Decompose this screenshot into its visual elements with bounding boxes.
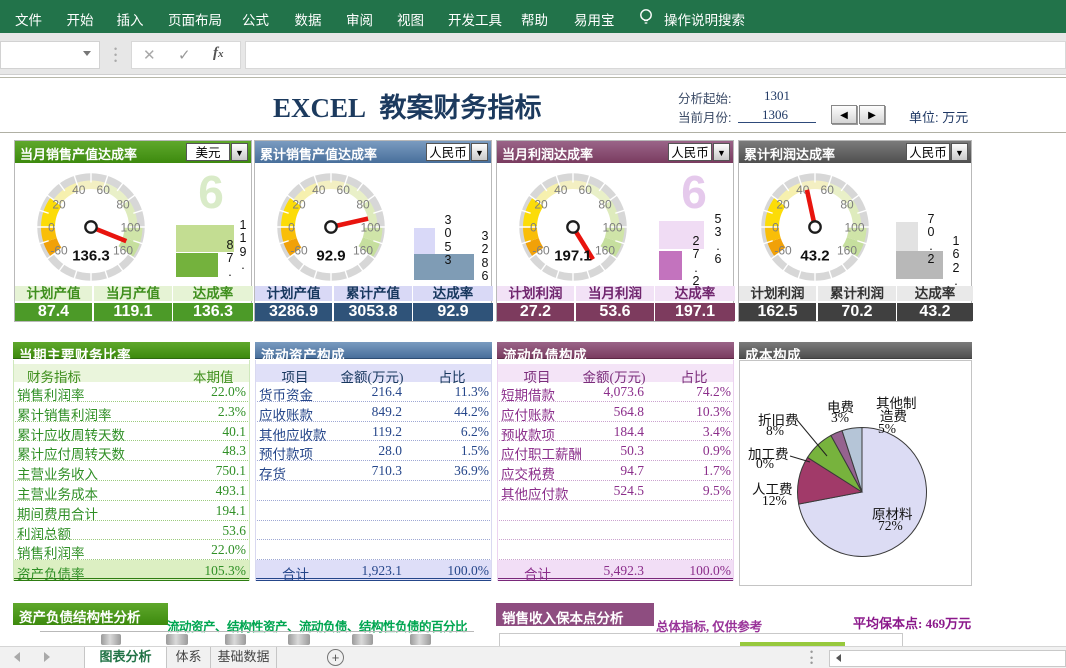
svg-text:136.3: 136.3: [72, 248, 110, 265]
svg-text:20: 20: [52, 197, 66, 211]
svg-text:197.1: 197.1: [554, 248, 592, 265]
svg-text:60: 60: [821, 183, 835, 197]
svg-text:92.9: 92.9: [316, 248, 345, 265]
svg-text:-60: -60: [774, 244, 792, 258]
svg-text:-60: -60: [50, 244, 68, 258]
svg-text:100: 100: [602, 221, 622, 235]
svg-text:20: 20: [776, 197, 790, 211]
svg-text:20: 20: [292, 197, 306, 211]
svg-text:80: 80: [116, 197, 130, 211]
svg-text:100: 100: [844, 221, 864, 235]
svg-text:60: 60: [579, 183, 593, 197]
svg-text:160: 160: [837, 244, 857, 258]
svg-text:40: 40: [72, 183, 86, 197]
svg-text:160: 160: [353, 244, 373, 258]
svg-text:43.2: 43.2: [800, 248, 829, 265]
svg-text:0: 0: [530, 221, 537, 235]
svg-text:0: 0: [48, 221, 55, 235]
svg-text:100: 100: [360, 221, 380, 235]
svg-text:60: 60: [337, 183, 351, 197]
svg-text:100: 100: [120, 221, 140, 235]
svg-text:0: 0: [288, 221, 295, 235]
svg-text:160: 160: [113, 244, 133, 258]
svg-text:40: 40: [554, 183, 568, 197]
svg-text:40: 40: [312, 183, 326, 197]
svg-text:20: 20: [534, 197, 548, 211]
svg-text:60: 60: [97, 183, 111, 197]
svg-text:0: 0: [772, 221, 779, 235]
svg-text:80: 80: [356, 197, 370, 211]
svg-text:160: 160: [595, 244, 615, 258]
svg-text:-60: -60: [532, 244, 550, 258]
svg-text:80: 80: [598, 197, 612, 211]
svg-text:-60: -60: [290, 244, 308, 258]
svg-text:80: 80: [840, 197, 854, 211]
